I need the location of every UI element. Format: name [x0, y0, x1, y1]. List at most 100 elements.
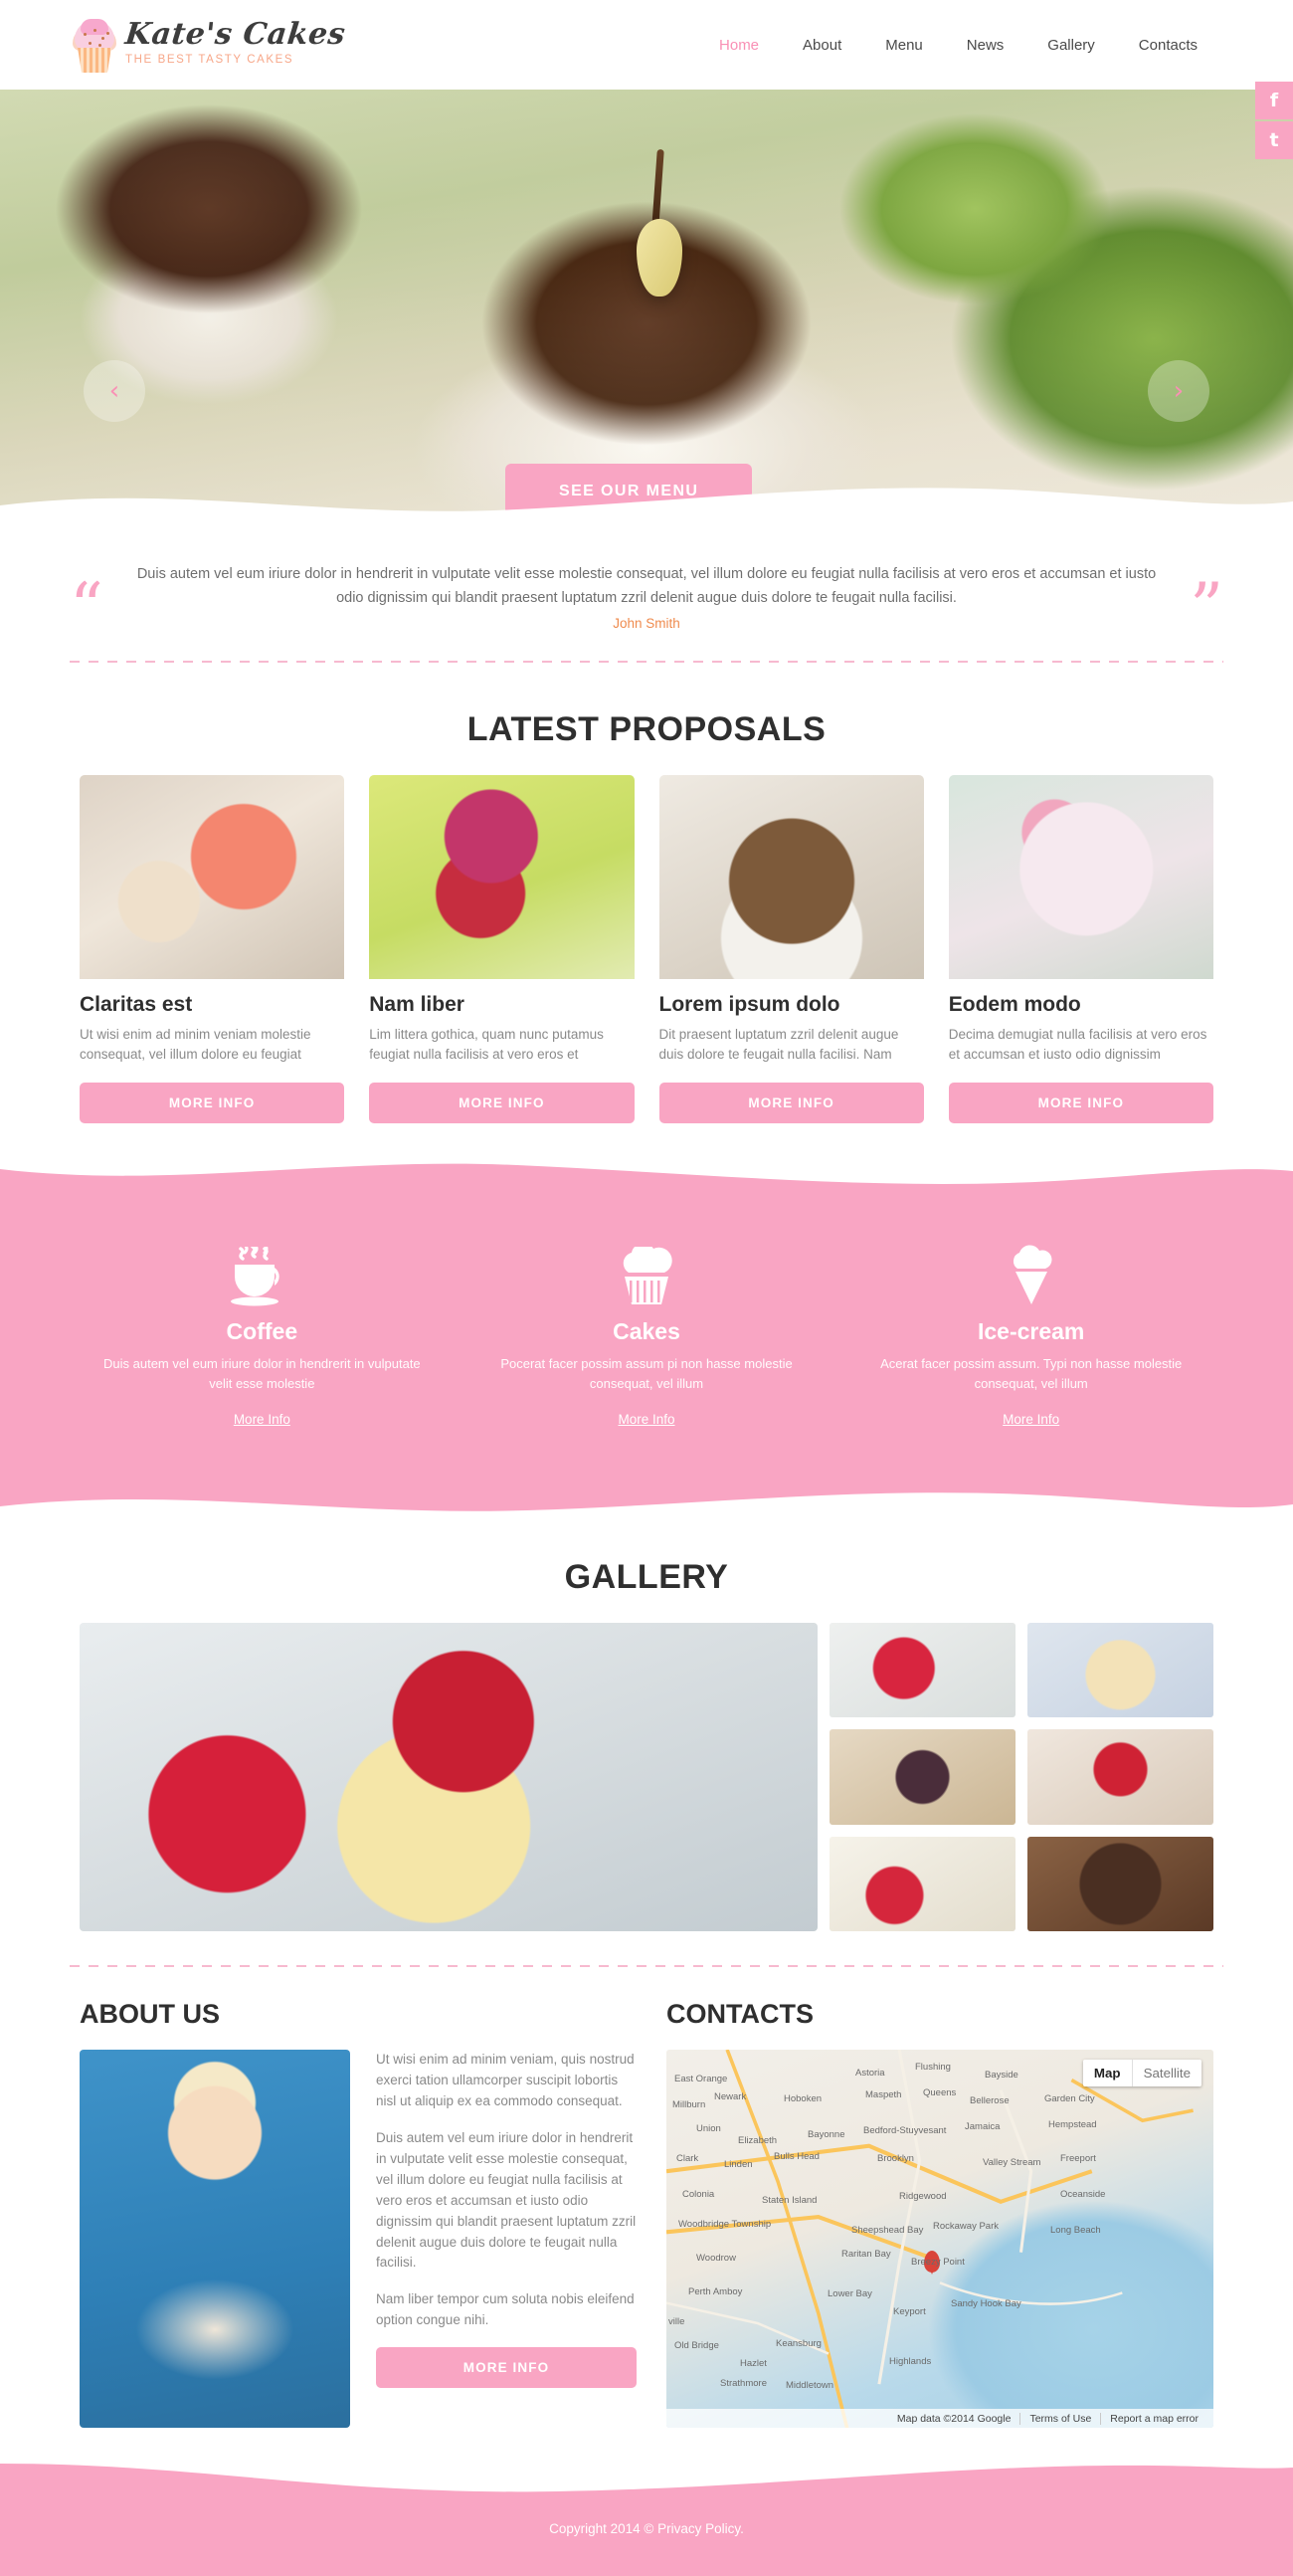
proposal-text: Ut wisi enim ad minim veniam molestie co…	[80, 1026, 311, 1063]
service-more-info-link[interactable]: More Info	[618, 1412, 674, 1427]
slider-prev-button[interactable]: ‹	[84, 360, 145, 422]
more-info-button[interactable]: MORE INFO	[369, 1082, 635, 1123]
gallery-thumb[interactable]	[1027, 1729, 1213, 1825]
gallery-thumb[interactable]	[1027, 1836, 1213, 1932]
nav-item-home[interactable]: Home	[719, 37, 759, 54]
map-label: Raritan Bay	[841, 2249, 891, 2261]
proposal-image	[80, 774, 345, 979]
map-label: Astoria	[855, 2068, 885, 2080]
proposal-card[interactable]: Lorem ipsum dolo Dit praesent luptatum z…	[658, 774, 924, 1123]
latest-proposals-title: LATEST PROPOSALS	[466, 709, 827, 748]
proposal-card[interactable]: Eodem modo Decima demugiat nulla facilis…	[948, 774, 1213, 1123]
map-label: Long Beach	[1050, 2225, 1101, 2237]
social-links: f t	[1255, 82, 1293, 161]
gallery-main-image[interactable]	[80, 1623, 818, 1932]
cupcake-icon	[478, 1243, 816, 1308]
logo-tagline: THE BEST TASTY CAKES	[125, 54, 294, 66]
map-label: Newark	[714, 2091, 747, 2103]
map-label: Bayside	[985, 2070, 1018, 2081]
map-label: Ridgewood	[899, 2191, 947, 2203]
about-paragraph-2: Duis autem vel eum iriure dolor in hendr…	[376, 2129, 637, 2271]
copyright-text: Copyright 2014 ©	[549, 2521, 658, 2537]
more-info-button[interactable]: MORE INFO	[948, 1082, 1213, 1123]
map-label: Breezy Point	[911, 2257, 965, 2269]
more-info-button[interactable]: MORE INFO	[80, 1082, 345, 1123]
proposal-title: Nam liber	[369, 992, 464, 1016]
hero-slider: ‹ › SEE OUR MENU	[0, 90, 1293, 517]
nav-item-about[interactable]: About	[803, 37, 841, 54]
map-type-control: Map Satellite	[1082, 2060, 1201, 2087]
map-label: Colonia	[682, 2189, 715, 2201]
chevron-right-icon: ›	[1173, 376, 1185, 406]
map-data-attribution: Map data ©2014 Google	[896, 2412, 1012, 2425]
map-label: Flushing	[915, 2062, 951, 2074]
nav-item-menu[interactable]: Menu	[885, 37, 923, 54]
gallery-title: GALLERY	[564, 1558, 729, 1597]
map-label: Keyport	[893, 2306, 926, 2318]
map-label: Hazlet	[740, 2358, 767, 2370]
map-label: Old Bridge	[674, 2340, 719, 2352]
more-info-button[interactable]: MORE INFO	[658, 1082, 924, 1123]
site-logo[interactable]: Kate's Cakes THE BEST TASTY CAKES	[72, 17, 347, 73]
map-label: Perth Amboy	[688, 2286, 743, 2298]
hero-bottom-wave	[0, 488, 1293, 517]
map-label: Linden	[724, 2159, 753, 2171]
site-footer: Copyright 2014 © Privacy Policy.	[0, 2462, 1293, 2576]
map-label: Millburn	[672, 2099, 706, 2111]
map-label: Strathmore	[720, 2378, 767, 2390]
about-more-info-button[interactable]: MORE INFO	[376, 2347, 637, 2389]
proposal-card[interactable]: Nam liber Lim littera gothica, quam nunc…	[369, 774, 635, 1123]
map-label: Middletown	[786, 2380, 834, 2392]
chevron-left-icon: ‹	[108, 376, 120, 406]
map-label: Bayonne	[808, 2129, 845, 2141]
map-view-button[interactable]: Map	[1082, 2060, 1132, 2087]
proposal-image	[369, 774, 635, 979]
slider-next-button[interactable]: ›	[1148, 360, 1209, 422]
service-item-coffee: Coffee Duis autem vel eum iriure dolor i…	[70, 1243, 455, 1429]
gallery-thumb[interactable]	[830, 1623, 1016, 1718]
service-more-info-link[interactable]: More Info	[234, 1412, 290, 1427]
service-item-ice-cream: Ice-cream Acerat facer possim assum. Typ…	[838, 1243, 1223, 1429]
proposal-text: Decima demugiat nulla facilisis at vero …	[948, 1026, 1207, 1063]
testimonial-section: “ Duis autem vel eum iriure dolor in hen…	[0, 517, 1293, 673]
map-label: Bulls Head	[774, 2151, 820, 2163]
nav-item-gallery[interactable]: Gallery	[1047, 37, 1095, 54]
proposal-title: Eodem modo	[948, 992, 1081, 1016]
page-root: Kate's Cakes THE BEST TASTY CAKES Home A…	[0, 0, 1293, 2576]
map-label: Sandy Hook Bay	[951, 2298, 1021, 2310]
map-label: East Orange	[674, 2074, 728, 2085]
map-label: Elizabeth	[738, 2135, 778, 2147]
service-more-info-link[interactable]: More Info	[1003, 1412, 1059, 1427]
dashed-divider	[70, 660, 1223, 663]
nav-item-contacts[interactable]: Contacts	[1139, 37, 1198, 54]
ice-cream-cone-icon	[862, 1243, 1200, 1308]
cupcake-logo-icon	[72, 19, 117, 73]
proposal-text: Lim littera gothica, quam nunc putamus f…	[369, 1026, 604, 1063]
service-title: Cakes	[613, 1317, 680, 1344]
map-label: Keansburg	[776, 2338, 822, 2350]
quote-close-icon: ”	[1190, 568, 1223, 646]
facebook-icon[interactable]: f	[1255, 82, 1293, 119]
map-label: Freeport	[1060, 2153, 1096, 2165]
map-label: Union	[696, 2123, 721, 2135]
map-label: Maspeth	[865, 2089, 902, 2101]
nav-item-news[interactable]: News	[967, 37, 1005, 54]
map-terms-of-use-link[interactable]: Terms of Use	[1019, 2412, 1100, 2425]
map-label: ville	[668, 2316, 685, 2328]
gallery-thumb[interactable]	[830, 1729, 1016, 1825]
map-report-error-link[interactable]: Report a map error	[1100, 2412, 1207, 2425]
service-text: Duis autem vel eum iriure dolor in hendr…	[103, 1355, 421, 1391]
gallery-thumb[interactable]	[830, 1836, 1016, 1932]
map-label: Lower Bay	[828, 2288, 872, 2300]
gallery-thumb[interactable]	[1027, 1623, 1213, 1718]
services-bottom-wave	[0, 1486, 1293, 1511]
proposal-card[interactable]: Claritas est Ut wisi enim ad minim venia…	[80, 774, 345, 1123]
contacts-map[interactable]: Map Satellite East Orange Astoria Flushi…	[666, 2050, 1213, 2429]
map-attribution-bar: Map data ©2014 Google Terms of Use Repor…	[666, 2409, 1213, 2429]
satellite-view-button[interactable]: Satellite	[1131, 2060, 1201, 2087]
privacy-policy-link[interactable]: Privacy Policy.	[657, 2521, 744, 2536]
footer-top-wave	[0, 2464, 1293, 2496]
map-label: Hoboken	[784, 2093, 823, 2105]
twitter-icon[interactable]: t	[1255, 121, 1293, 159]
service-item-cakes: Cakes Pocerat facer possim assum pi non …	[455, 1243, 839, 1429]
